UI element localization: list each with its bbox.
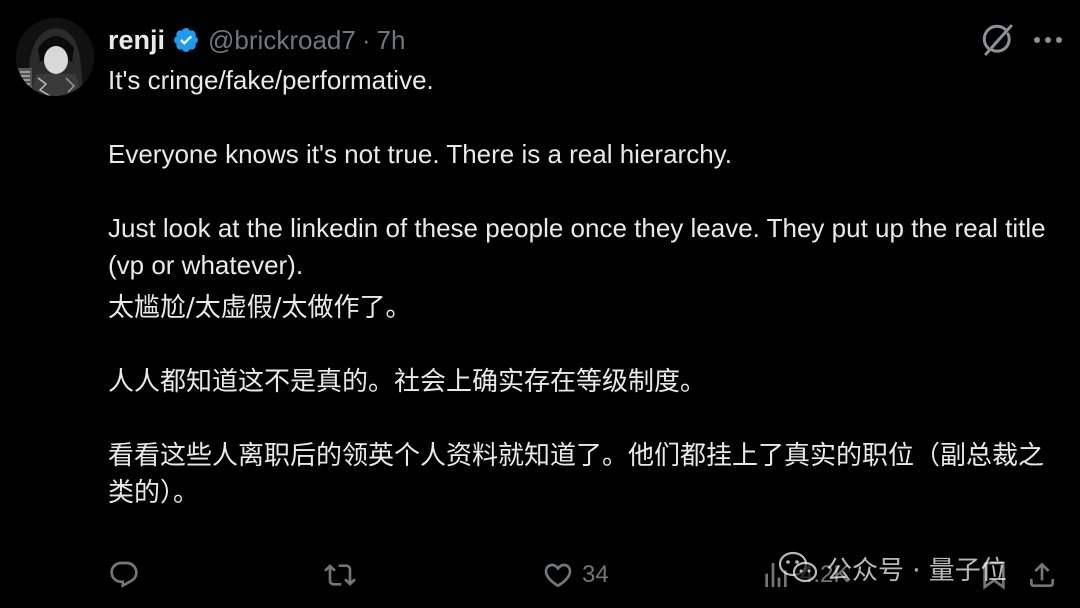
share-button[interactable] xyxy=(1026,552,1058,598)
like-button[interactable]: 34 xyxy=(542,552,609,598)
translation-line: 人人都知道这不是真的。社会上确实存在等级制度。 xyxy=(108,367,707,397)
post-body: It's cringe/fake/performative. Everyone … xyxy=(108,62,1048,512)
post-header: renji @brickroad7 · 7h xyxy=(108,20,405,60)
author-handle[interactable]: @brickroad7 xyxy=(208,25,356,56)
translation-line: 太尴尬/太虚假/太做作了。 xyxy=(108,293,412,323)
post-text-line: Everyone knows it's not true. There is a… xyxy=(108,139,732,169)
avatar[interactable] xyxy=(16,18,94,96)
heart-icon xyxy=(544,563,572,588)
watermark-text: 公众号 · 量子位 xyxy=(826,555,1007,586)
reply-icon xyxy=(110,561,138,588)
repost-button[interactable] xyxy=(324,552,364,598)
separator-dot: · xyxy=(361,24,371,55)
repost-icon xyxy=(324,564,356,586)
verified-badge-icon[interactable] xyxy=(172,26,200,54)
grok-icon[interactable] xyxy=(980,22,1016,58)
wechat-icon xyxy=(778,551,818,583)
post-timestamp[interactable]: 7h xyxy=(377,25,406,56)
like-count: 34 xyxy=(582,561,609,588)
avatar-image xyxy=(16,18,94,96)
reply-button[interactable] xyxy=(108,552,148,598)
more-icon[interactable] xyxy=(1030,26,1066,54)
post-text-line: It's cringe/fake/performative. xyxy=(108,65,434,95)
watermark: 公众号 · 量子位 xyxy=(778,548,1007,588)
translation-line: 看看这些人离职后的领英个人资料就知道了。他们都挂上了真实的职位（副总裁之类的）。 xyxy=(108,441,1045,508)
share-icon xyxy=(1030,562,1054,587)
post-text-line: Just look at the linkedin of these peopl… xyxy=(108,213,1046,280)
author-name[interactable]: renji xyxy=(108,25,165,56)
